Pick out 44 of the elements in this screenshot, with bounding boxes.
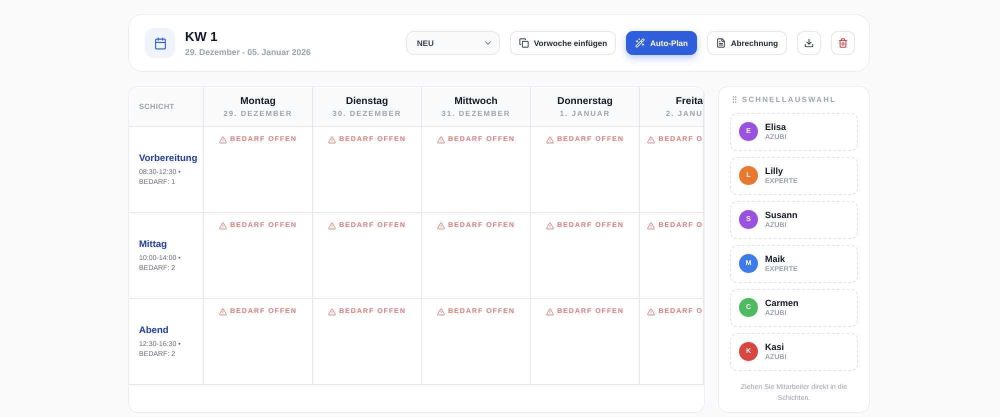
toolbar-button[interactable]: Vorwoche einfügen bbox=[510, 31, 616, 55]
warning-icon bbox=[546, 136, 554, 144]
delete-button[interactable] bbox=[831, 31, 855, 55]
document-icon bbox=[716, 38, 726, 48]
day-name: Montag bbox=[240, 96, 276, 106]
employee-name: Maik bbox=[765, 254, 786, 264]
trash-icon bbox=[838, 38, 848, 48]
employee-name: Lilly bbox=[765, 166, 784, 176]
date-range: 29. Dezember - 05. Januar 2026 bbox=[185, 47, 312, 57]
warning-icon bbox=[437, 308, 446, 316]
day-name: Freita bbox=[676, 96, 703, 106]
warning-icon bbox=[647, 136, 656, 144]
shift-name: Mittag bbox=[139, 239, 168, 250]
warning-icon bbox=[647, 222, 656, 230]
day-name: Mittwoch bbox=[454, 96, 498, 106]
warning-icon bbox=[647, 308, 656, 316]
download-button[interactable] bbox=[797, 31, 821, 55]
toolbar-button[interactable]: Abrechnung bbox=[706, 31, 787, 55]
magic-wand-icon bbox=[635, 38, 646, 48]
warning-icon bbox=[437, 136, 446, 144]
download-icon bbox=[804, 38, 814, 48]
week-title: KW 1 bbox=[185, 29, 218, 44]
calendar-icon bbox=[145, 28, 175, 58]
warning-icon bbox=[328, 222, 336, 230]
warning-icon bbox=[546, 222, 554, 230]
warning-icon bbox=[328, 136, 336, 144]
employee-name: Elisa bbox=[765, 122, 786, 132]
day-name: Donnerstag bbox=[557, 96, 613, 106]
warning-icon bbox=[437, 222, 446, 230]
grip-icon bbox=[730, 95, 739, 104]
warning-icon bbox=[219, 222, 228, 230]
copy-icon bbox=[518, 38, 529, 48]
day-name: Dienstag bbox=[346, 96, 388, 106]
warning-icon bbox=[219, 136, 228, 144]
warning-icon bbox=[546, 308, 554, 316]
warning-icon bbox=[328, 308, 336, 316]
auto-plan-button[interactable]: Auto-Plan bbox=[626, 31, 697, 55]
shift-name: Abend bbox=[139, 325, 170, 336]
status-select[interactable]: NEU bbox=[406, 31, 500, 55]
warning-icon bbox=[219, 308, 228, 316]
employee-name: Kasi bbox=[765, 342, 786, 352]
employee-name: Susann bbox=[765, 210, 798, 220]
shift-name: Vorbereitung bbox=[139, 153, 198, 164]
employee-name: Carmen bbox=[765, 298, 799, 308]
